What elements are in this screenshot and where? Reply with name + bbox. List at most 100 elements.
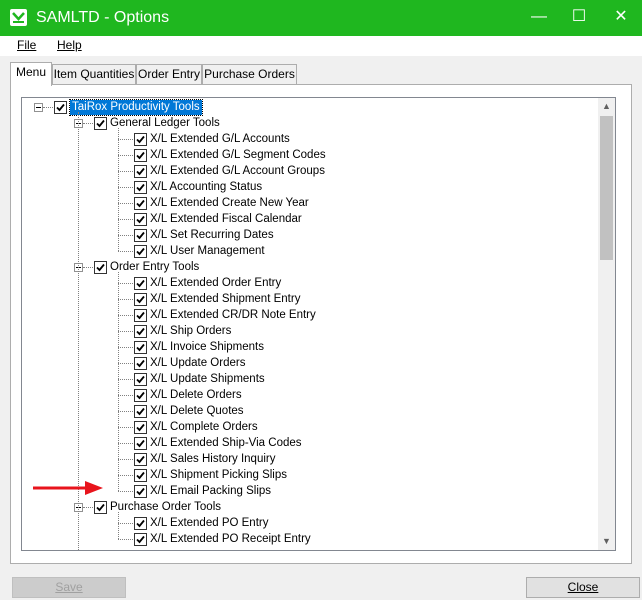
- tree-checkbox[interactable]: [134, 309, 147, 322]
- tree-item-label[interactable]: TaiRox Productivity Tools: [69, 99, 203, 116]
- tree-item-label[interactable]: X/L Extended G/L Account Groups: [150, 164, 325, 179]
- tree-checkbox[interactable]: [134, 293, 147, 306]
- tab-item-quantities[interactable]: Item Quantities: [52, 64, 136, 84]
- tree-checkbox[interactable]: [134, 389, 147, 402]
- tree-item-label[interactable]: X/L Update Orders: [150, 356, 245, 371]
- checkmark-icon: [136, 327, 145, 336]
- tree-connector: [118, 219, 133, 220]
- tree-checkbox[interactable]: [134, 149, 147, 162]
- tab-purchase-orders[interactable]: Purchase Orders: [202, 64, 297, 84]
- checkmark-icon: [136, 183, 145, 192]
- tree-connector: [118, 395, 133, 396]
- tree-item-label[interactable]: X/L Extended CR/DR Note Entry: [150, 308, 316, 323]
- tree-item-label[interactable]: X/L Extended Shipment Entry: [150, 292, 300, 307]
- tree-checkbox[interactable]: [134, 213, 147, 226]
- tree-connector: [118, 411, 133, 412]
- tree-checkbox[interactable]: [134, 181, 147, 194]
- tree-item-label[interactable]: X/L Accounting Status: [150, 180, 262, 195]
- tree-item-label[interactable]: X/L Extended G/L Segment Codes: [150, 148, 326, 163]
- tab-order-entry[interactable]: Order Entry: [136, 64, 202, 84]
- tree-checkbox[interactable]: [134, 357, 147, 370]
- tree-checkbox[interactable]: [134, 197, 147, 210]
- tree-checkbox[interactable]: [94, 261, 107, 274]
- checkmark-icon: [136, 471, 145, 480]
- menu-help[interactable]: Help: [57, 38, 82, 52]
- tree-checkbox[interactable]: [94, 501, 107, 514]
- tree-connector: [118, 283, 133, 284]
- tree-item-label[interactable]: X/L Complete Orders: [150, 420, 258, 435]
- tree-item-label[interactable]: General Ledger Tools: [110, 116, 220, 131]
- tree-item-label[interactable]: X/L Extended G/L Accounts: [150, 132, 290, 147]
- tree-checkbox[interactable]: [134, 469, 147, 482]
- tree-connector: [118, 128, 119, 251]
- scroll-thumb[interactable]: [600, 116, 613, 260]
- tree-item-label[interactable]: X/L User Management: [150, 244, 265, 259]
- tree-connector: [118, 539, 133, 540]
- checkmark-icon: [136, 359, 145, 368]
- tree-item-label[interactable]: X/L Update Shipments: [150, 372, 265, 387]
- title-bar[interactable]: SAMLTD - Options — ☐ ✕: [0, 0, 642, 36]
- tree-checkbox[interactable]: [134, 277, 147, 290]
- tree-connector: [118, 155, 133, 156]
- close-button[interactable]: Close: [526, 577, 640, 598]
- tree-item-label[interactable]: X/L Invoice Shipments: [150, 340, 264, 355]
- tree-item-label[interactable]: X/L Set Recurring Dates: [150, 228, 274, 243]
- checkmark-icon: [96, 119, 105, 128]
- checkmark-icon: [136, 279, 145, 288]
- tree-item-label[interactable]: Purchase Order Tools: [110, 500, 221, 515]
- tree-checkbox[interactable]: [134, 165, 147, 178]
- tree-checkbox[interactable]: [134, 245, 147, 258]
- app-icon: [10, 9, 27, 26]
- menu-file[interactable]: File: [17, 38, 36, 52]
- tree-item-label[interactable]: Order Entry Tools: [110, 260, 199, 275]
- tree-connector: [118, 523, 133, 524]
- tree-connector: [118, 443, 133, 444]
- save-button[interactable]: Save: [12, 577, 126, 598]
- tree-checkbox[interactable]: [134, 437, 147, 450]
- checkmark-icon: [136, 215, 145, 224]
- checkmark-icon: [136, 375, 145, 384]
- tab-menu[interactable]: Menu: [10, 62, 52, 86]
- tree-item-label[interactable]: X/L Delete Quotes: [150, 404, 244, 419]
- maximize-button[interactable]: ☐: [556, 0, 602, 36]
- scroll-down-icon[interactable]: ▼: [598, 533, 615, 550]
- tree-checkbox[interactable]: [134, 517, 147, 530]
- tree-connector: [118, 459, 133, 460]
- tree-checkbox[interactable]: [134, 341, 147, 354]
- tree-connector: [118, 347, 133, 348]
- tree-checkbox[interactable]: [134, 229, 147, 242]
- checkmark-icon: [136, 535, 145, 544]
- collapse-expander-icon[interactable]: [34, 103, 43, 112]
- tree-checkbox[interactable]: [134, 373, 147, 386]
- vertical-scrollbar[interactable]: ▲ ▼: [598, 98, 615, 550]
- tree-checkbox[interactable]: [134, 133, 147, 146]
- checkmark-icon: [96, 263, 105, 272]
- tree-checkbox[interactable]: [134, 453, 147, 466]
- tree-connector: [118, 475, 133, 476]
- tree-item-label[interactable]: X/L Extended Create New Year: [150, 196, 309, 211]
- tree-item-label[interactable]: X/L Extended PO Entry: [150, 516, 268, 531]
- tree-item-label[interactable]: X/L Extended PO Receipt Entry: [150, 532, 311, 547]
- tree-item-label[interactable]: X/L Shipment Picking Slips: [150, 468, 287, 483]
- scroll-up-icon[interactable]: ▲: [598, 98, 615, 115]
- tree-checkbox[interactable]: [134, 405, 147, 418]
- tools-tree-view[interactable]: ▲ ▼ TaiRox Productivity Tools General Led…: [21, 97, 616, 551]
- tree-checkbox[interactable]: [134, 533, 147, 546]
- close-window-button[interactable]: ✕: [598, 0, 642, 36]
- tree-checkbox[interactable]: [94, 117, 107, 130]
- red-arrow-annotation: [33, 481, 103, 495]
- tree-item-label[interactable]: X/L Ship Orders: [150, 324, 231, 339]
- tree-connector: [118, 235, 133, 236]
- tree-item-label[interactable]: X/L Email Packing Slips: [150, 484, 271, 499]
- tree-checkbox[interactable]: [134, 485, 147, 498]
- checkmark-icon: [136, 439, 145, 448]
- tree-item-label[interactable]: X/L Extended Order Entry: [150, 276, 281, 291]
- tree-checkbox[interactable]: [134, 325, 147, 338]
- tree-item-label[interactable]: X/L Delete Orders: [150, 388, 242, 403]
- tree-checkbox[interactable]: [134, 421, 147, 434]
- tree-item-label[interactable]: X/L Extended Fiscal Calendar: [150, 212, 302, 227]
- tree-item-label[interactable]: X/L Extended Ship-Via Codes: [150, 436, 302, 451]
- tree-connector: [83, 123, 93, 124]
- tree-item-label[interactable]: X/L Sales History Inquiry: [150, 452, 275, 467]
- tree-checkbox[interactable]: [54, 101, 67, 114]
